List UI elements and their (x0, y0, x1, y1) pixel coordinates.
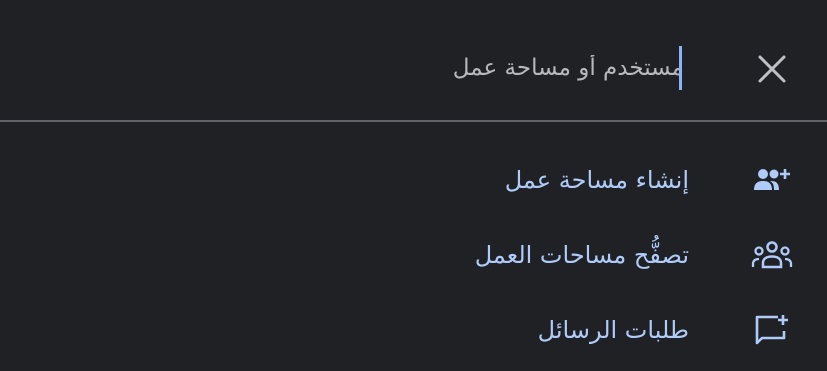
menu-item-label: طلبات الرسائل (537, 316, 689, 344)
groups-icon (750, 233, 794, 277)
group-add-icon (750, 158, 794, 202)
menu-item-create-space[interactable]: إنشاء مساحة عمل (0, 147, 827, 213)
close-button[interactable] (753, 50, 791, 88)
add-comment-icon (750, 308, 794, 352)
menu-item-message-requests[interactable]: طلبات الرسائل (0, 297, 827, 363)
menu-item-label: إنشاء مساحة عمل (504, 166, 689, 194)
menu-item-browse-spaces[interactable]: تصفُّح مساحات العمل (0, 222, 827, 288)
close-icon (758, 55, 786, 83)
menu-item-label: تصفُّح مساحات العمل (474, 241, 689, 269)
search-input[interactable] (300, 44, 686, 92)
search-bar (0, 0, 827, 122)
text-cursor (679, 46, 682, 90)
